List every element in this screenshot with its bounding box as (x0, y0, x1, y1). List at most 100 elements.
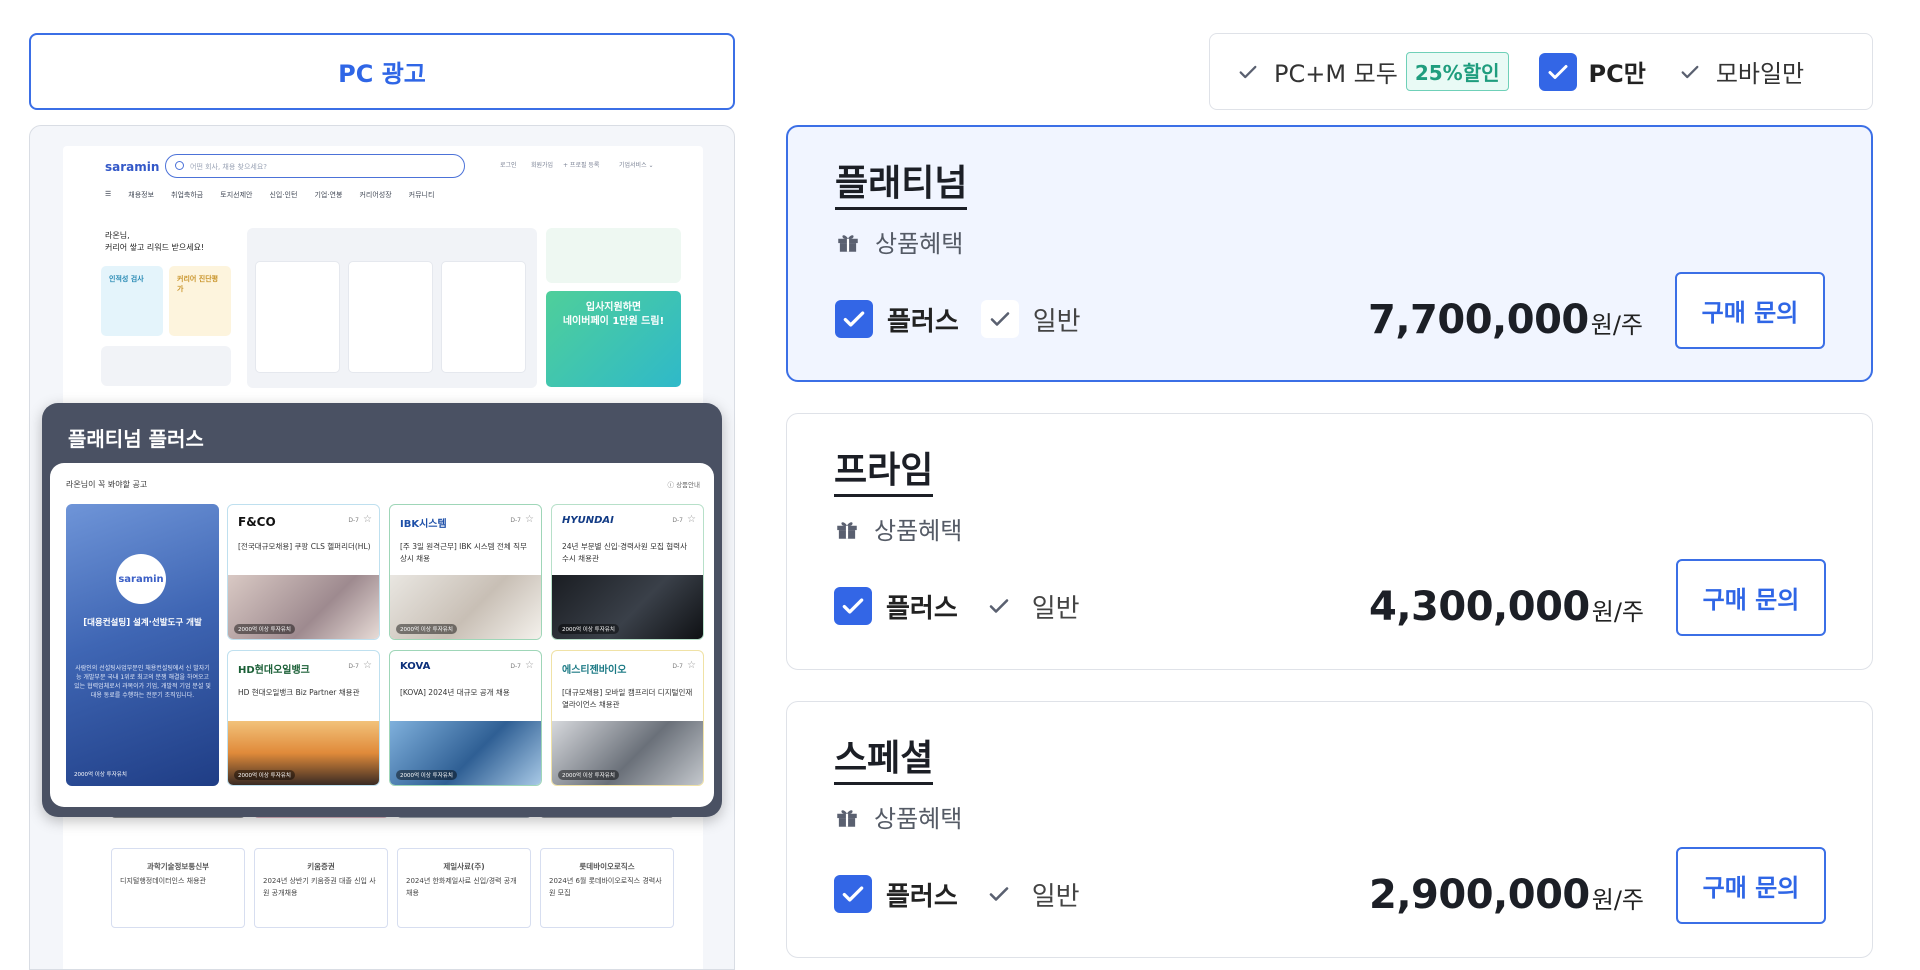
toggle-pc-mobile-label: PC+M 모두 (1274, 60, 1398, 88)
ad-card: KOVA D-7 ☆ [KOVA] 2024년 대규모 공개 채용 2000억 … (389, 650, 542, 786)
product-benefit-link[interactable]: 상품혜택 (834, 511, 962, 546)
product-benefit-link[interactable]: 상품혜택 (834, 799, 962, 834)
toggle-pc-only-label: PC만 (1588, 60, 1646, 88)
ad-card-badge: 2000억 이상 투자유치 (558, 770, 619, 780)
checkbox-checked-icon (835, 300, 873, 338)
mock-nav-item: 신입·인턴 (269, 191, 298, 199)
ad-card-dday: D-7 (348, 517, 359, 524)
ad-card: HYUNDAI D-7 ☆ 24년 부문별 신입·경력사원 모집 협력사 수시 … (551, 504, 704, 640)
device-toggle-bar: PC+M 모두 25%할인 PC만 모바일만 (1209, 33, 1873, 110)
ad-card-logo: F&CO (238, 515, 276, 529)
star-icon: ☆ (687, 514, 696, 525)
ad-card-desc: [주 3일 원격근무] IBK 시스템 전체 직무 상시 채용 (400, 542, 527, 563)
option-normal-label: 일반 (1032, 306, 1081, 337)
ad-card-logo: KOVA (400, 661, 431, 672)
product-card-platinum[interactable]: 플래티넘 상품혜택 플러스 일반 7,700,000 원/주 구매 문의 (786, 125, 1873, 382)
check-icon (1676, 58, 1704, 86)
ad-card-badge: 2000억 이상 투자유치 (234, 624, 295, 634)
ad-card-logo: 에스티젠바이오 (562, 665, 627, 676)
ad-card-logo: HD현대오일뱅크 (238, 665, 310, 676)
product-benefit-label: 상품혜택 (875, 230, 964, 258)
mock-nav-item: 기업·연봉 (314, 191, 343, 199)
price-unit: 원/주 (1590, 311, 1643, 339)
mock-bottom-desc: 디지털행정데이터인스 채용관 (120, 877, 206, 885)
mock-naverpay-banner: 입사지원하면 네이버페이 1만원 드림! (546, 291, 681, 387)
mock-job-card (441, 261, 526, 373)
ad-card: F&CO D-7 ☆ [전국대규모채용] 쿠팡 CLS 헬퍼리더(HL) 200… (227, 504, 380, 640)
option-plus[interactable]: 플러스 (835, 300, 959, 338)
buy-inquiry-button[interactable]: 구매 문의 (1676, 559, 1826, 636)
gift-icon (837, 521, 857, 539)
mock-bottom-card: 과학기술정보통신부 디지털행정데이터인스 채용관 (111, 848, 245, 928)
star-icon: ☆ (687, 660, 696, 671)
mock-reward-box (546, 228, 681, 283)
price-unit: 원/주 (1591, 598, 1644, 626)
product-benefit-label: 상품혜택 (874, 517, 963, 545)
product-card-prime[interactable]: 프라임 상품혜택 플러스 일반 4,300,000 원/주 구매 문의 (786, 413, 1873, 670)
option-normal-label: 일반 (1031, 881, 1080, 912)
ad-card-badge: 2000억 이상 투자유치 (558, 624, 619, 634)
star-icon: ☆ (525, 514, 534, 525)
star-icon: ☆ (363, 514, 372, 525)
option-normal[interactable]: 일반 (980, 300, 1081, 338)
product-name: 프라임 (834, 450, 934, 497)
featured-ad-desc: 사람인의 선설팅사업부문인 채용컨설팅에서 신 발자기능 개발부문 국내 1위로… (74, 665, 211, 699)
option-normal-label: 일반 (1031, 593, 1080, 624)
toggle-mobile-only[interactable]: 모바일만 (1676, 54, 1804, 89)
ad-card-desc: [전국대규모채용] 쿠팡 CLS 헬퍼리더(HL) (238, 542, 371, 551)
product-benefit-link[interactable]: 상품혜택 (835, 224, 963, 259)
mock-bottom-card: 롯데바이오로직스 2024년 6월 롯데바이오로직스 경력사원 모집 (540, 848, 674, 928)
check-icon (1234, 58, 1262, 86)
ad-card-dday: D-7 (510, 663, 521, 670)
mock-nav-item: 토지선제안 (220, 191, 253, 199)
mock-bottom-company: 과학기술정보통신부 (146, 862, 210, 871)
option-plus[interactable]: 플러스 (834, 587, 958, 625)
product-name: 스페셜 (834, 738, 934, 785)
product-card-special[interactable]: 스페셜 상품혜택 플러스 일반 2,900,000 원/주 구매 문의 (786, 701, 1873, 958)
toggle-pc-mobile[interactable]: PC+M 모두 25%할인 (1234, 52, 1509, 91)
product-info-link: ⓘ 상품안내 (667, 481, 701, 489)
mock-nav-item: 커리어성장 (359, 191, 392, 199)
checkbox-checked-icon (834, 587, 872, 625)
pc-ad-tab[interactable]: PC 광고 (29, 33, 735, 110)
mock-job-card (348, 261, 433, 373)
mock-mini-card: 커리어 진단평가 (169, 266, 231, 336)
mock-bottom-company: 롯데바이오로직스 (579, 862, 635, 871)
option-normal[interactable]: 일반 (980, 587, 1080, 625)
check-icon (980, 300, 1019, 338)
ad-card-desc: HD 현대오일뱅크 Biz Partner 채용관 (238, 688, 360, 697)
buy-inquiry-button[interactable]: 구매 문의 (1676, 847, 1826, 924)
gift-icon (838, 234, 858, 252)
buy-inquiry-button[interactable]: 구매 문의 (1675, 272, 1825, 349)
discount-badge: 25%할인 (1405, 52, 1509, 91)
platinum-plus-overlay: 플래티넘 플러스 라온님이 꼭 봐야할 공고 ⓘ 상품안내 saramin [대… (42, 403, 722, 817)
ad-card-desc: 24년 부문별 신입·경력사원 모집 협력사 수시 채용관 (562, 542, 687, 563)
platinum-plus-panel: 라온님이 꼭 봐야할 공고 ⓘ 상품안내 saramin [대용컨설팅] 설계·… (50, 463, 714, 807)
product-price: 2,900,000 원/주 (1369, 872, 1644, 918)
ad-card-dday: D-7 (510, 517, 521, 524)
option-normal[interactable]: 일반 (980, 875, 1080, 913)
ad-card-dday: D-7 (672, 517, 683, 524)
mock-search-input: 어떤 회사, 채용 찾으세요? (165, 154, 465, 178)
platinum-plus-title: 플래티넘 플러스 (68, 427, 204, 451)
mock-bottom-card: 제일사료(주) 2024년 한화제일사료 신입/경력 공개채용 (397, 848, 531, 928)
mock-job-card (255, 261, 340, 373)
mock-bottom-company: 제일사료(주) (443, 862, 485, 871)
product-options: 플러스 일반 (835, 300, 1103, 338)
pc-ad-tab-label: PC 광고 (338, 60, 426, 88)
option-plus[interactable]: 플러스 (834, 875, 958, 913)
mock-nav: ☰ 채용정보 취업축하금 토지선제안 신입·인턴 기업·연봉 커리어성장 커뮤니… (105, 190, 434, 200)
product-options: 플러스 일반 (834, 875, 1102, 913)
ad-card-desc: [KOVA] 2024년 대규모 공개 채용 (400, 688, 510, 697)
price-unit: 원/주 (1591, 886, 1644, 914)
price-amount: 7,700,000 (1368, 297, 1589, 343)
toggle-pc-only[interactable]: PC만 (1538, 52, 1646, 91)
ad-card-badge: 2000억 이상 투자유치 (396, 624, 457, 634)
star-icon: ☆ (525, 660, 534, 671)
mock-bottom-card: 키움증권 2024년 상반기 키움증권 대졸 신입 사원 공개채용 (254, 848, 388, 928)
gift-icon (837, 809, 857, 827)
mock-notice-block (101, 346, 231, 386)
featured-ad-title: [대용컨설팅] 설계·선발도구 개발 (83, 618, 202, 628)
mock-util-signup: 회원가입 (531, 162, 554, 169)
checkbox-checked-icon (1538, 52, 1577, 91)
